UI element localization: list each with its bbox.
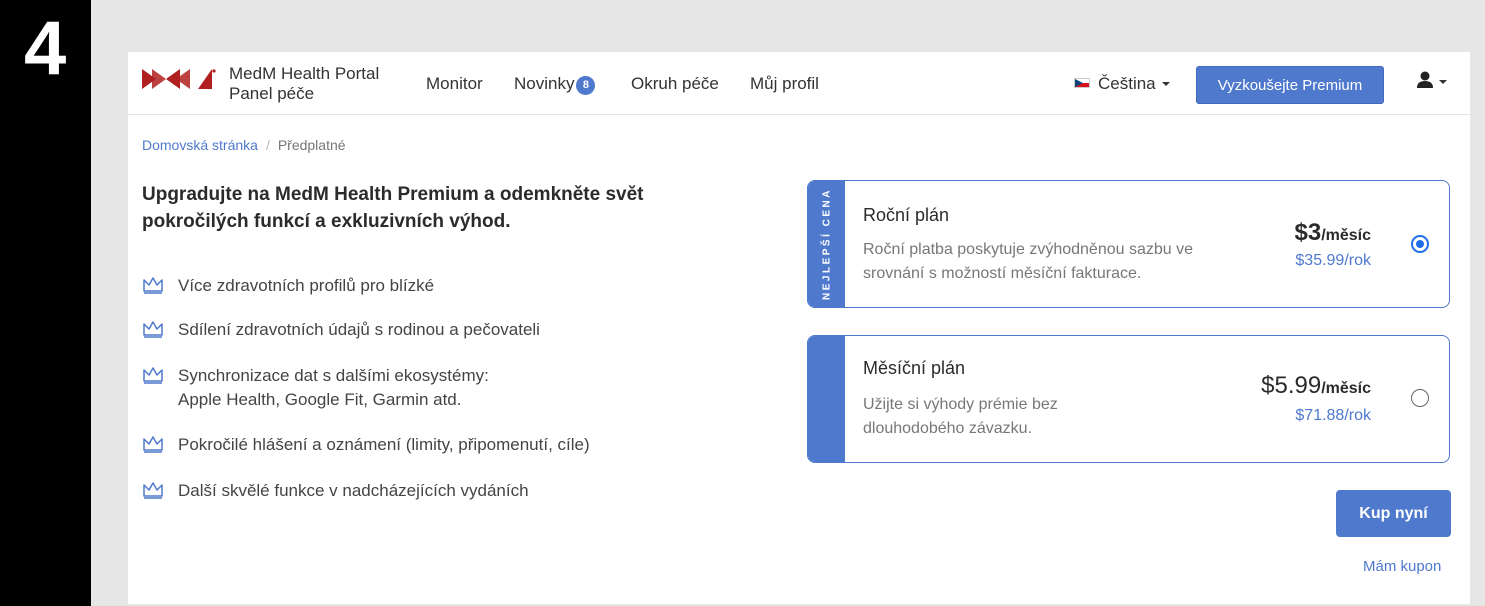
top-navbar: MedM Health Portal Panel péče Monitor No…	[128, 52, 1470, 115]
feature-text: Více zdravotních profilů pro blízké	[178, 276, 435, 295]
crown-icon	[143, 321, 163, 338]
breadcrumb-home-link[interactable]: Domovská stránka	[142, 137, 258, 153]
nav-okruh-pece[interactable]: Okruh péče	[631, 74, 719, 94]
plan-description: Užijte si výhody prémie bez dlouhodobého…	[863, 393, 1263, 441]
brand-line-2: Panel péče	[229, 84, 315, 103]
breadcrumb-separator: /	[265, 137, 270, 153]
feature-text: Synchronizace dat s dalšími ekosystémy:	[178, 366, 489, 385]
plan-title: Měsíční plán	[863, 358, 966, 378]
language-label: Čeština	[1098, 74, 1156, 93]
nav-novinky-label: Novinky	[514, 74, 575, 93]
nav-muj-profil-label: Můj profil	[750, 74, 819, 93]
plan-price-amount: $5.99	[1261, 372, 1322, 399]
plan-radio-monthly[interactable]	[1411, 389, 1429, 407]
plan-card-monthly[interactable]: Měsíční plán Užijte si výhody prémie bez…	[807, 335, 1450, 463]
page-headline: Upgradujte na MedM Health Premium a odem…	[142, 184, 644, 232]
plan-card-strip	[808, 336, 845, 462]
breadcrumb-current: Předplatné	[277, 137, 346, 153]
caret-down-icon	[1161, 82, 1170, 86]
nav-novinky[interactable]: Novinky 8	[514, 74, 596, 95]
breadcrumb: Domovská stránka / Předplatné	[142, 137, 346, 153]
nav-okruh-pece-label: Okruh péče	[631, 74, 719, 93]
brand-title[interactable]: MedM Health Portal Panel péče	[229, 64, 379, 104]
crown-icon	[143, 277, 163, 294]
feature-text: Pokročilé hlášení a oznámení (limity, př…	[178, 435, 590, 454]
crown-icon	[143, 482, 163, 499]
user-icon	[1417, 71, 1447, 88]
plan-price-amount: $3	[1294, 219, 1322, 246]
step-number: 4	[24, 6, 67, 91]
crown-icon	[143, 436, 163, 453]
language-dropdown[interactable]: Čeština	[1074, 74, 1170, 94]
nav-monitor-label: Monitor	[426, 74, 483, 93]
plan-description-line-2: srovnání s možností měsíční fakturace.	[863, 265, 1142, 282]
buy-now-button[interactable]: Kup nyní	[1336, 490, 1451, 537]
feature-text: Sdílení zdravotních údajů s rodinou a pe…	[178, 320, 540, 339]
plan-description-line-1: Roční platba poskytuje zvýhodněnou sazbu…	[863, 241, 1193, 258]
plan-yearly-price: $35.99/rok	[1295, 252, 1371, 269]
best-price-ribbon: NEJLEPŠÍ CENA	[808, 181, 845, 307]
user-menu[interactable]	[1416, 70, 1448, 97]
coupon-link[interactable]: Mám kupon	[1363, 558, 1441, 575]
plan-description-line-2: dlouhodobého závazku.	[863, 420, 1033, 437]
plan-card-annual[interactable]: NEJLEPŠÍ CENA Roční plán Roční platba po…	[807, 180, 1450, 308]
plan-description: Roční platba poskytuje zvýhodněnou sazbu…	[863, 238, 1263, 286]
medm-logo-icon[interactable]	[142, 68, 216, 95]
feature-text-line-2: Apple Health, Google Fit, Garmin atd.	[178, 390, 462, 409]
browser-page: MedM Health Portal Panel péče Monitor No…	[128, 52, 1470, 604]
try-premium-button[interactable]: Vyzkoušejte Premium	[1196, 66, 1384, 104]
brand-line-1: MedM Health Portal	[229, 64, 380, 83]
step-sidebar: 4	[0, 0, 91, 606]
plan-price-period: /měsíc	[1321, 227, 1371, 244]
news-count-badge: 8	[576, 76, 596, 95]
plan-radio-annual[interactable]	[1411, 235, 1429, 253]
plan-description-line-1: Užijte si výhody prémie bez	[863, 396, 1058, 413]
plan-price: $3/měsíc	[1294, 219, 1371, 247]
plan-price-period: /měsíc	[1321, 380, 1371, 397]
plan-yearly-price: $71.88/rok	[1295, 407, 1371, 424]
nav-muj-profil[interactable]: Můj profil	[750, 74, 819, 94]
nav-monitor[interactable]: Monitor	[426, 74, 483, 94]
best-price-ribbon-label: NEJLEPŠÍ CENA	[821, 188, 832, 300]
plan-title: Roční plán	[863, 205, 950, 225]
plan-price: $5.99/měsíc	[1261, 372, 1371, 400]
czech-flag-icon	[1074, 78, 1090, 88]
feature-text: Další skvělé funkce v nadcházejících vyd…	[178, 481, 529, 500]
crown-icon	[143, 367, 163, 384]
